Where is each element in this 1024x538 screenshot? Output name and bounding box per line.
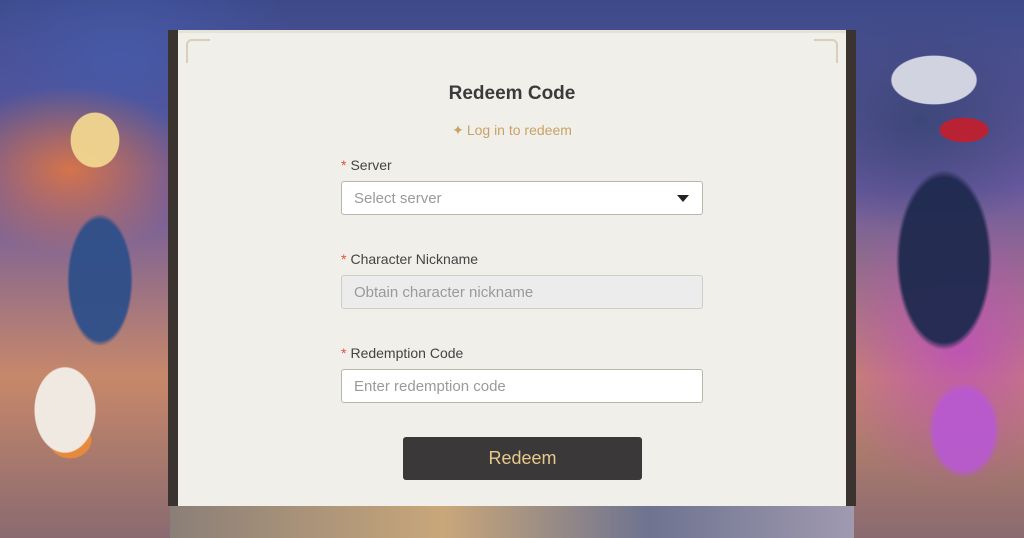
code-label-text: Redemption Code xyxy=(350,345,464,361)
login-link-label: Log in to redeem xyxy=(466,122,572,138)
background-character-right xyxy=(844,10,1024,530)
redeem-panel-body: Redeem Code ✦ Log in to redeem * Server Se… xyxy=(178,30,846,506)
nickname-label-text: Character Nickname xyxy=(350,251,479,267)
background-bottom-art xyxy=(170,505,854,538)
corner-ornament-right xyxy=(814,39,838,63)
server-select-placeholder: Select server xyxy=(354,190,442,207)
redeem-panel: Redeem Code ✦ Log in to redeem * Server Se… xyxy=(168,30,856,506)
login-link[interactable]: ✦ Log in to redeem xyxy=(178,122,846,139)
server-label: * Server xyxy=(341,157,392,173)
required-mark: * xyxy=(341,157,347,173)
chevron-down-icon[interactable] xyxy=(677,195,689,202)
corner-ornament-left xyxy=(186,39,210,63)
sparkle-icon: ✦ xyxy=(452,122,464,138)
server-select[interactable]: Select server xyxy=(341,181,703,215)
nickname-field[interactable]: Obtain character nickname xyxy=(341,275,703,309)
required-mark: * xyxy=(341,251,347,267)
page-title: Redeem Code xyxy=(448,83,576,104)
nickname-field-placeholder: Obtain character nickname xyxy=(354,284,534,301)
redeem-button[interactable]: Redeem xyxy=(403,437,642,480)
code-label: * Redemption Code xyxy=(341,345,463,361)
required-mark: * xyxy=(341,345,347,361)
code-field[interactable] xyxy=(341,369,703,403)
background-character-left xyxy=(20,110,170,530)
server-label-text: Server xyxy=(350,157,392,173)
code-input[interactable] xyxy=(354,370,690,403)
nickname-label: * Character Nickname xyxy=(341,251,478,267)
